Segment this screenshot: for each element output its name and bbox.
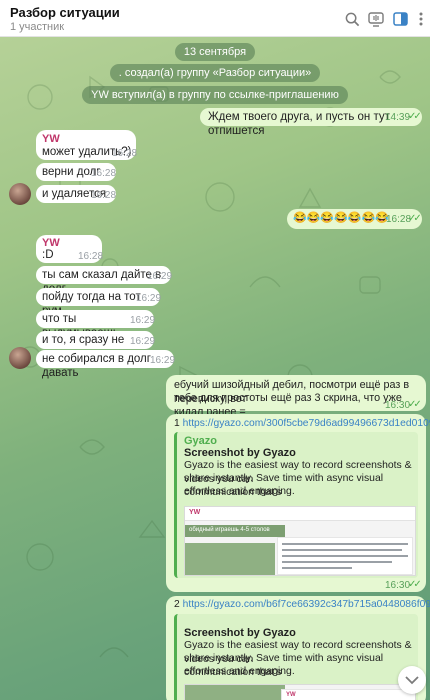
message-incoming[interactable]: что ты выдумываешь 16:29 — [36, 310, 156, 339]
chat-header: Разбор ситуации 1 участник — [0, 0, 430, 37]
message-incoming[interactable]: и удаляется 16:28 — [36, 185, 116, 203]
search-icon[interactable] — [343, 10, 361, 28]
date-label: 13 сентября — [174, 43, 256, 61]
screenshot-sender: YW — [189, 509, 201, 516]
message-time: 16:28 — [91, 168, 117, 179]
message-time: 16:28 — [112, 148, 138, 159]
avatar[interactable] — [9, 347, 31, 369]
sidebar-toggle-icon[interactable] — [391, 10, 409, 28]
message-incoming[interactable]: не собирался в долг давать 16:29 — [36, 350, 176, 379]
more-icon[interactable] — [412, 10, 430, 28]
message-time: 16:28 — [91, 190, 117, 201]
chevron-down-icon — [405, 673, 419, 688]
preview-description-line-3: effortless and engaging. — [184, 486, 295, 497]
gyazo-link[interactable]: https://gyazo.com/b6f7ce66392c347b715a04… — [183, 599, 430, 610]
message-time: 16:29 — [147, 271, 173, 282]
screenshot-sender: YW — [286, 692, 296, 698]
avatar[interactable] — [9, 183, 31, 205]
link-preview[interactable]: Gyazo Screenshot by Gyazo Gyazo is the e… — [174, 432, 418, 578]
message-time: 16:30 — [385, 400, 411, 411]
link-index: 2 — [174, 599, 180, 610]
message-time: 16:29 — [136, 293, 162, 304]
message-outgoing[interactable]: 😂😂😂😂😂😂😂 16:28 ✓✓ — [287, 209, 422, 229]
read-check-icon: ✓✓ — [408, 579, 422, 590]
preview-description-line-3: effortless and engaging. — [184, 666, 295, 677]
message-incoming[interactable]: YW :D 16:28 — [36, 235, 104, 263]
service-message-created: . создал(а) группу «Разбор ситуации» — [0, 64, 430, 82]
message-outgoing[interactable]: Ждем твоего друга, и пусть он тут отпише… — [200, 108, 422, 137]
link-index: 1 — [174, 418, 180, 429]
link-preview[interactable]: Screenshot by Gyazo Gyazo is the easiest… — [174, 614, 418, 700]
message-incoming[interactable]: YW может удалить?) 16:28 — [36, 130, 138, 160]
service-text: YW вступил(а) в группу по ссылке-приглаш… — [82, 86, 348, 104]
live-stream-icon[interactable] — [367, 10, 385, 28]
preview-title: Screenshot by Gyazo — [184, 447, 296, 459]
message-outgoing[interactable]: ебучий шизойдный дебил, посмотри ещё раз… — [166, 375, 426, 418]
chat-title[interactable]: Разбор ситуации — [10, 5, 120, 20]
message-time: 16:28 — [78, 251, 104, 262]
message-outgoing-link[interactable]: 1 https://gyazo.com/300f5cbe79d6ad994966… — [166, 414, 430, 592]
message-text: 😂😂😂😂😂😂😂 — [293, 212, 389, 224]
service-text: . создал(а) группу «Разбор ситуации» — [109, 64, 321, 82]
message-time: 16:29 — [130, 336, 156, 347]
message-outgoing-link[interactable]: 2 https://gyazo.com/b6f7ce66392c347b715a… — [166, 596, 430, 700]
preview-title: Screenshot by Gyazo — [184, 627, 296, 639]
message-time: 16:30 — [385, 580, 411, 591]
read-check-icon: ✓✓ — [408, 213, 422, 224]
message-time: 14:39 — [385, 112, 411, 123]
service-message-joined: YW вступил(а) в группу по ссылке-приглаш… — [0, 86, 430, 104]
message-time: 16:29 — [130, 315, 156, 326]
message-text: :D — [42, 249, 54, 261]
message-time: 16:29 — [150, 355, 176, 366]
preview-screenshot-image[interactable]: YW обидный играешь 4-5 столов — [184, 506, 416, 576]
preview-screenshot-image[interactable]: YW — [184, 684, 416, 700]
read-check-icon: ✓✓ — [408, 399, 422, 410]
preview-site-name: Gyazo — [184, 435, 218, 447]
message-incoming[interactable]: и то, я сразу не понял 16:29 — [36, 331, 156, 360]
screenshot-caption: обидный играешь 4-5 столов — [189, 527, 270, 533]
gyazo-link[interactable]: https://gyazo.com/300f5cbe79d6ad99496673… — [183, 418, 430, 429]
message-incoming[interactable]: верни долг 16:28 — [36, 163, 116, 181]
message-incoming[interactable]: ты сам сказал дайте в долг 16:29 — [36, 266, 173, 295]
members-count: 1 участник — [10, 21, 65, 33]
date-divider: 13 сентября — [0, 43, 430, 61]
message-incoming[interactable]: пойду тогда на тот рум 16:29 — [36, 288, 162, 317]
read-check-icon: ✓✓ — [408, 111, 422, 122]
sender-name[interactable]: YW — [42, 133, 60, 145]
scroll-to-bottom-button[interactable] — [398, 666, 426, 694]
